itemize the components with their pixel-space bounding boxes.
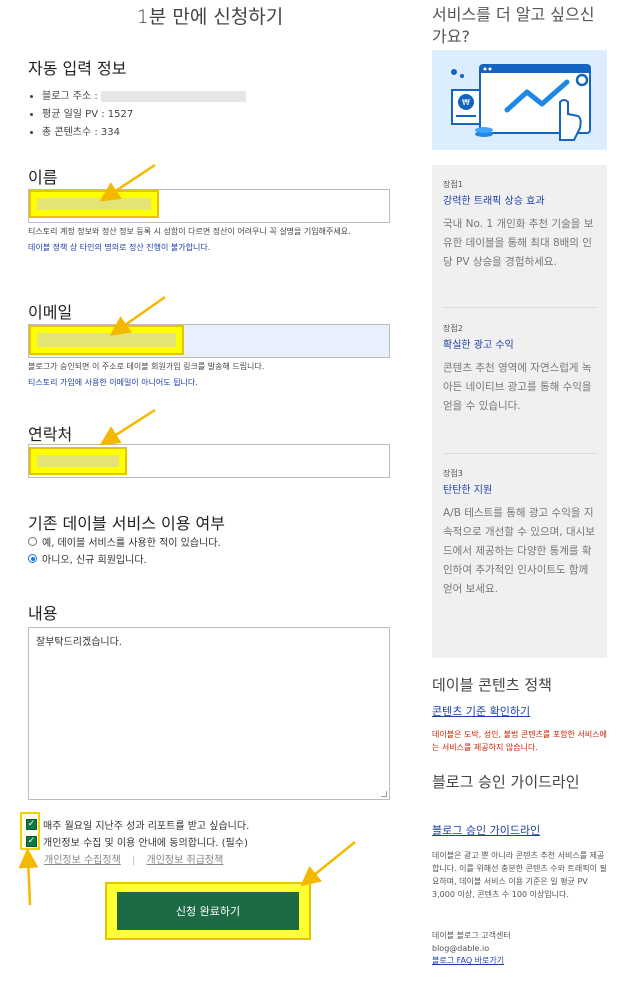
guide-description: 데이블은 광고 뿐 아니라 콘텐츠 추천 서비스를 제공합니다. 이를 위해선 … bbox=[432, 851, 607, 899]
sidebar-title: 서비스를 더 알고 싶으신가요? bbox=[432, 5, 595, 46]
svg-text:₩: ₩ bbox=[462, 98, 470, 107]
benefit-1: 장점1 강력한 트래픽 상승 효과 국내 No. 1 개인화 추천 기술을 보유… bbox=[443, 180, 594, 268]
dashboard-growth-icon: ₩ bbox=[451, 64, 591, 141]
arrow-icon bbox=[99, 408, 156, 446]
arrow-icon bbox=[99, 163, 156, 202]
contact-email[interactable]: blog@dable.io bbox=[432, 942, 607, 955]
content-policy-warning: 데이블은 도박, 성인, 불법 콘텐츠를 포함한 서비스에는 서비스를 제공하지… bbox=[432, 730, 607, 752]
contact-label: 데이블 블로그 고객센터 bbox=[432, 931, 511, 940]
divider bbox=[443, 453, 598, 454]
divider bbox=[443, 307, 598, 308]
benefit-2: 장점2 확실한 광고 수익 콘텐츠 추천 영역에 자연스럽게 녹아든 네이티브 … bbox=[443, 324, 592, 412]
arrow-icon bbox=[18, 848, 39, 906]
benefit-3: 장점3 탄탄한 지원 A/B 테스트를 통해 광고 수익을 지속적으로 개선할 … bbox=[443, 469, 595, 595]
guide-title: 블로그 승인 가이드라인 bbox=[432, 773, 580, 791]
hero-illustration: ₩ bbox=[432, 50, 607, 150]
content-policy-link[interactable]: 콘텐츠 기준 확인하기 bbox=[432, 703, 530, 719]
arrow-icon bbox=[300, 841, 356, 887]
arrow-icon bbox=[109, 295, 166, 336]
benefits-panel: 장점1 강력한 트래픽 상승 효과 국내 No. 1 개인화 추천 기술을 보유… bbox=[432, 165, 607, 658]
content-policy-title: 데이블 콘텐츠 정책 bbox=[432, 676, 552, 694]
faq-link[interactable]: 블로그 FAQ 바로가기 bbox=[432, 955, 504, 966]
guide-link[interactable]: 블로그 승인 가이드라인 bbox=[432, 822, 540, 838]
